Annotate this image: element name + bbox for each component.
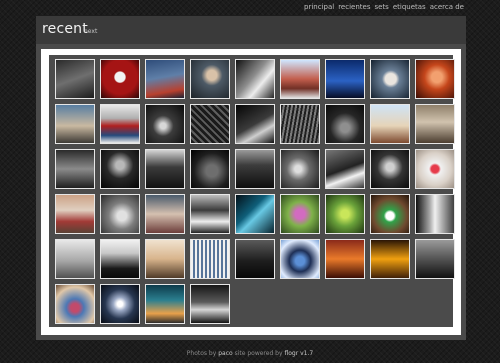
photo-thumbnail-35[interactable] — [370, 194, 410, 234]
photo-thumbnail-47[interactable] — [100, 284, 140, 324]
photo-thumbnail-11[interactable] — [100, 104, 140, 144]
nav-link-etiquetas[interactable]: etiquetas — [393, 3, 426, 11]
photo-thumbnail-1[interactable] — [55, 59, 95, 99]
photo-thumbnail-4[interactable] — [190, 59, 230, 99]
photo-thumbnail-46[interactable] — [55, 284, 95, 324]
photo-thumbnail-19[interactable] — [55, 149, 95, 189]
photo-thumbnail-16[interactable] — [325, 104, 365, 144]
photo-thumbnail-32[interactable] — [235, 194, 275, 234]
photo-thumbnail-21[interactable] — [145, 149, 185, 189]
photo-thumbnail-33[interactable] — [280, 194, 320, 234]
footer-prefix: Photos by — [186, 350, 217, 357]
photo-thumbnail-14[interactable] — [235, 104, 275, 144]
photo-thumbnail-36[interactable] — [415, 194, 455, 234]
photo-thumbnail-23[interactable] — [235, 149, 275, 189]
photo-thumbnail-18[interactable] — [415, 104, 455, 144]
thumbnail-grid — [49, 55, 455, 327]
photo-thumbnail-37[interactable] — [55, 239, 95, 279]
photo-thumbnail-24[interactable] — [280, 149, 320, 189]
photo-thumbnail-6[interactable] — [280, 59, 320, 99]
panel-header: recent next — [36, 16, 466, 44]
photo-thumbnail-3[interactable] — [145, 59, 185, 99]
nav-link-sets[interactable]: sets — [374, 3, 388, 11]
photo-thumbnail-34[interactable] — [325, 194, 365, 234]
photo-thumbnail-41[interactable] — [235, 239, 275, 279]
photo-thumbnail-15[interactable] — [280, 104, 320, 144]
photo-thumbnail-48[interactable] — [145, 284, 185, 324]
photo-thumbnail-26[interactable] — [370, 149, 410, 189]
photo-thumbnail-25[interactable] — [325, 149, 365, 189]
photo-thumbnail-39[interactable] — [145, 239, 185, 279]
nav-link-principal[interactable]: principal — [304, 3, 334, 11]
photo-thumbnail-49[interactable] — [190, 284, 230, 324]
photo-thumbnail-8[interactable] — [370, 59, 410, 99]
photo-thumbnail-7[interactable] — [325, 59, 365, 99]
photo-thumbnail-42[interactable] — [280, 239, 320, 279]
photo-thumbnail-22[interactable] — [190, 149, 230, 189]
photo-thumbnail-27[interactable] — [415, 149, 455, 189]
next-link[interactable]: next — [84, 28, 97, 35]
gallery-frame — [41, 49, 461, 335]
photo-thumbnail-28[interactable] — [55, 194, 95, 234]
photo-thumbnail-31[interactable] — [190, 194, 230, 234]
footer-engine-link[interactable]: flogr — [284, 350, 298, 357]
photo-thumbnail-29[interactable] — [100, 194, 140, 234]
nav-link-recientes[interactable]: recientes — [338, 3, 370, 11]
photo-thumbnail-2[interactable] — [100, 59, 140, 99]
footer-author-link[interactable]: paco — [218, 350, 232, 357]
photo-thumbnail-44[interactable] — [370, 239, 410, 279]
photo-thumbnail-38[interactable] — [100, 239, 140, 279]
main-panel: recent next — [36, 16, 466, 340]
photo-thumbnail-30[interactable] — [145, 194, 185, 234]
photo-thumbnail-43[interactable] — [325, 239, 365, 279]
footer: Photos by paco site powered by flogr v1.… — [0, 350, 500, 357]
footer-version: v1.7 — [300, 350, 314, 357]
photo-thumbnail-20[interactable] — [100, 149, 140, 189]
photo-thumbnail-5[interactable] — [235, 59, 275, 99]
photo-thumbnail-9[interactable] — [415, 59, 455, 99]
photo-thumbnail-13[interactable] — [190, 104, 230, 144]
page-title: recent — [42, 21, 88, 37]
nav-link-acerca-de[interactable]: acerca de — [430, 3, 464, 11]
photo-thumbnail-10[interactable] — [55, 104, 95, 144]
photo-thumbnail-12[interactable] — [145, 104, 185, 144]
footer-middle: site powered by — [234, 350, 283, 357]
photo-thumbnail-45[interactable] — [415, 239, 455, 279]
photo-thumbnail-17[interactable] — [370, 104, 410, 144]
photo-thumbnail-40[interactable] — [190, 239, 230, 279]
top-navigation: principal recientes sets etiquetas acerc… — [304, 3, 464, 11]
